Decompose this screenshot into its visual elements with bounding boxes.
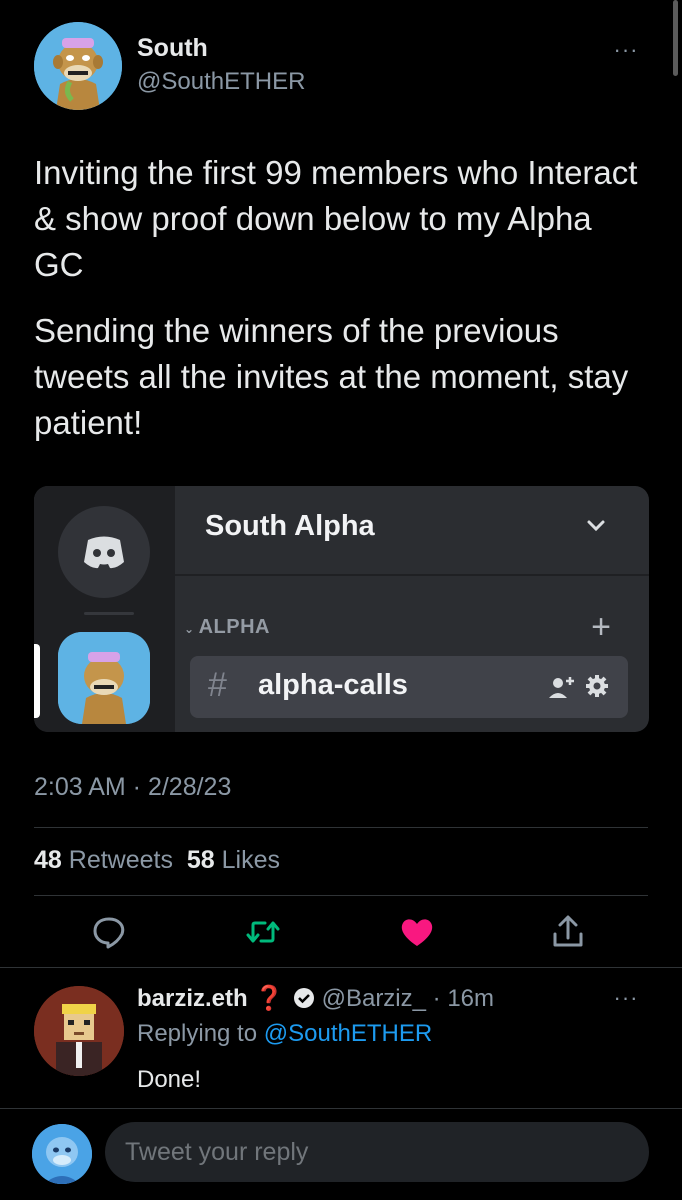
reply-text: Done!: [137, 1066, 202, 1093]
reply-author-name[interactable]: barziz.eth: [137, 985, 248, 1012]
discord-category: ⌄ ALPHA: [184, 616, 270, 639]
divider: [0, 967, 682, 968]
discord-image-card[interactable]: South Alpha ⌄ ALPHA + # alpha-calls: [34, 486, 649, 732]
tweet-stats: 48 Retweets 58 Likes: [34, 846, 280, 875]
composer-placeholder: Tweet your reply: [125, 1138, 309, 1166]
likes-label[interactable]: Likes: [222, 846, 280, 874]
author-avatar[interactable]: [34, 22, 122, 110]
category-chevron-icon: ⌄: [184, 622, 195, 636]
discord-server-icon: [58, 632, 150, 724]
discord-selected-indicator: [34, 644, 40, 718]
divider: [34, 895, 648, 896]
divider: [34, 827, 648, 828]
add-member-icon: [549, 677, 574, 698]
ape-server-image: [58, 632, 150, 724]
reply-author-avatar[interactable]: [34, 986, 124, 1076]
chevron-down-icon: [587, 520, 605, 532]
tweet-more-icon[interactable]: ···: [606, 39, 646, 61]
replying-to-line: Replying to @SouthETHER: [137, 1020, 432, 1048]
replying-to-handle[interactable]: @SouthETHER: [264, 1020, 432, 1047]
reply-time[interactable]: · 16m: [433, 985, 494, 1012]
discord-server-name: South Alpha: [205, 510, 375, 542]
share-icon[interactable]: [548, 912, 588, 952]
discord-rail-separator: [84, 612, 134, 615]
scrollbar[interactable]: [673, 0, 678, 76]
author-name[interactable]: South: [137, 34, 208, 63]
reply-author-line: barziz.eth ❓ @Barziz_ · 16m: [137, 984, 494, 1013]
retweets-label[interactable]: Retweets: [69, 846, 173, 874]
discord-home-button: [58, 506, 150, 598]
divider: [0, 1108, 682, 1109]
discord-server-header: South Alpha: [175, 486, 649, 576]
tweet-text-paragraph-1: Inviting the first 99 members who Intera…: [34, 154, 638, 283]
retweets-count[interactable]: 48: [34, 846, 62, 874]
likes-count[interactable]: 58: [187, 846, 215, 874]
hash-icon: #: [208, 666, 227, 704]
tweet-timestamp[interactable]: 2:03 AM · 2/28/23: [34, 773, 231, 802]
discord-channel-name: alpha-calls: [258, 669, 408, 701]
author-handle[interactable]: @SouthETHER: [137, 68, 305, 96]
ape-avatar-image: [34, 22, 122, 110]
reply-more-icon[interactable]: ···: [606, 987, 646, 1009]
reply-icon[interactable]: [89, 912, 129, 952]
discord-channel-row: # alpha-calls: [190, 656, 628, 718]
reply-composer-input[interactable]: Tweet your reply: [105, 1122, 649, 1182]
replying-to-prefix: Replying to: [137, 1020, 258, 1047]
tweet-text-paragraph-2: Sending the winners of the previous twee…: [34, 312, 629, 441]
current-user-avatar[interactable]: [32, 1124, 92, 1184]
question-mark-emoji: ❓: [254, 985, 285, 1012]
verified-badge-icon: [293, 988, 314, 1008]
plus-icon: +: [591, 608, 611, 646]
discord-category-label: ALPHA: [198, 616, 270, 638]
gear-icon: [586, 675, 608, 697]
like-heart-icon[interactable]: [397, 912, 437, 952]
retweet-icon[interactable]: [243, 912, 283, 952]
discord-logo-icon: [84, 536, 124, 569]
blue-ape-avatar-image: [32, 1124, 92, 1184]
reply-author-handle[interactable]: @Barziz_: [322, 985, 426, 1012]
pixel-avatar-image: [34, 986, 124, 1076]
